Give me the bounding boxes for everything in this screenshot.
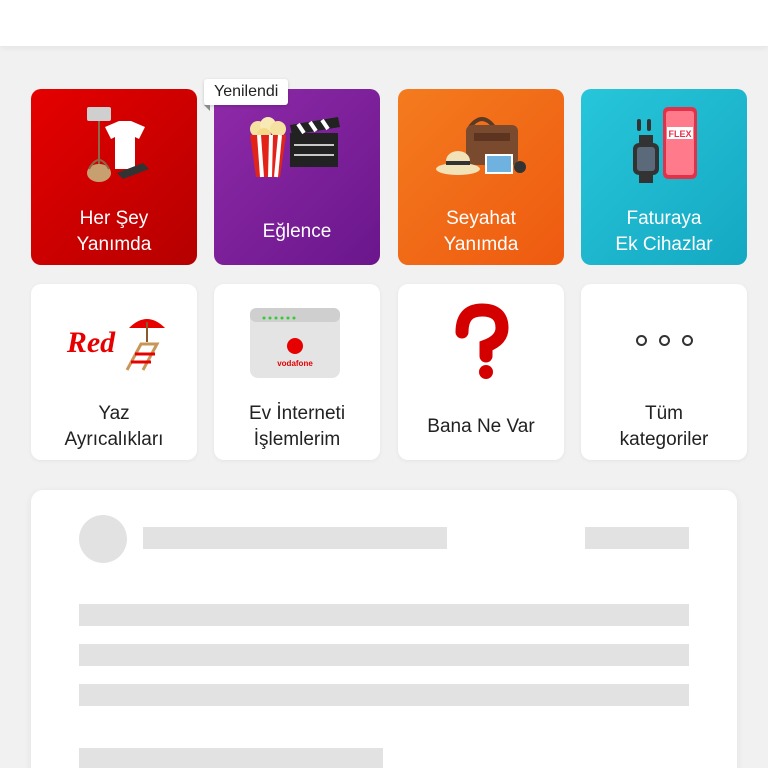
phone-watch-icon: FLEX	[633, 107, 697, 183]
flex-logo: FLEX	[668, 129, 691, 139]
tile-label: Bana Ne Var	[427, 416, 535, 437]
skeleton-meta	[585, 527, 689, 549]
question-mark-icon	[455, 303, 509, 379]
skeleton-title	[143, 527, 447, 549]
skeleton-avatar	[79, 515, 127, 563]
tile-seyahat-yanimda[interactable]: Seyahat Yanımda	[398, 89, 564, 265]
skeleton-line-short	[79, 748, 383, 768]
red-beach-chair-icon: Red	[66, 319, 165, 371]
more-dots-icon	[581, 284, 747, 394]
red-logo: Red	[66, 326, 116, 359]
tile-faturaya-ek-cihazlar[interactable]: FLEX Faturaya Ek Cihazlar	[581, 89, 747, 265]
tile-label: Yaz Ayrıcalıkları	[64, 403, 164, 450]
badge-tail	[204, 105, 210, 111]
travel-bag-icon	[436, 117, 526, 175]
skeleton-line	[79, 684, 689, 706]
tile-label: Faturaya Ek Cihazlar	[615, 208, 713, 255]
tile-label: Eğlence	[262, 221, 332, 242]
loading-card	[31, 490, 737, 768]
tile-label: Her Şey Yanımda	[76, 208, 152, 255]
top-bar	[0, 0, 768, 46]
popcorn-clapper-icon	[250, 117, 340, 178]
clothing-bag-icon	[87, 107, 149, 182]
skeleton-line	[79, 644, 689, 666]
new-badge: Yenilendi	[204, 79, 289, 105]
modem-icon: vodafone	[250, 308, 340, 378]
tile-tum-kategoriler[interactable]: Tüm kategoriler	[581, 284, 747, 460]
tile-her-sey-yanimda[interactable]: Her Şey Yanımda	[31, 89, 197, 265]
tile-ev-interneti-islemlerim[interactable]: vodafone Ev İnterneti İşlemlerim	[214, 284, 380, 460]
tile-bana-ne-var[interactable]: Bana Ne Var	[398, 284, 564, 460]
skeleton-line	[79, 604, 689, 626]
tile-label: Seyahat Yanımda	[443, 208, 519, 255]
tile-yaz-ayricaliklari[interactable]: Red Yaz Ayrıcalıkları	[31, 284, 197, 460]
tile-label: Tüm kategoriler	[619, 403, 709, 450]
vodafone-logo: vodafone	[277, 359, 313, 368]
tile-eglence[interactable]: Eğlence	[214, 89, 380, 265]
tile-label: Ev İnterneti İşlemlerim	[248, 403, 346, 450]
